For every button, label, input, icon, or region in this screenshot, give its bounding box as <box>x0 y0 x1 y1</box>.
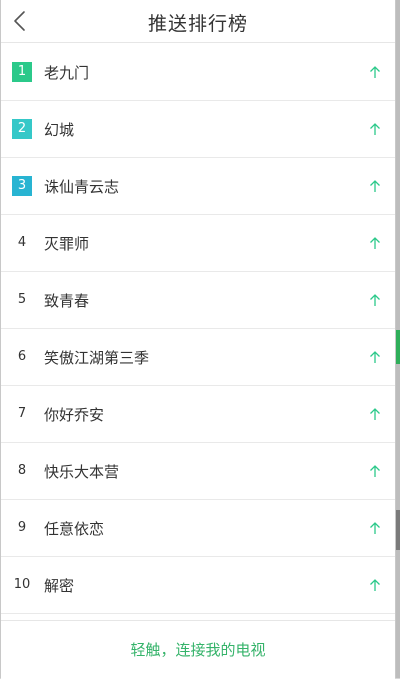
show-title: 老九门 <box>44 64 90 82</box>
list-item[interactable]: 9 任意依恋 <box>1 500 395 557</box>
trend-up-icon <box>370 66 380 78</box>
show-title: 致青春 <box>44 292 90 310</box>
rank-badge: 1 <box>12 62 32 82</box>
show-title: 快乐大本营 <box>44 463 120 481</box>
rank-number: 9 <box>17 520 27 535</box>
show-title: 你好乔安 <box>44 406 105 424</box>
list-item[interactable]: 1 老九门 <box>1 44 395 101</box>
background-strip <box>396 510 400 550</box>
trend-up-icon <box>370 522 380 534</box>
list-item[interactable]: 10 解密 <box>1 557 395 614</box>
trend-up-icon <box>370 351 380 363</box>
rank-number: 8 <box>17 463 27 478</box>
list-item[interactable]: 7 你好乔安 <box>1 386 395 443</box>
rank-badge: 2 <box>12 119 32 139</box>
list-item[interactable]: 8 快乐大本营 <box>1 443 395 500</box>
show-title: 幻城 <box>44 121 75 139</box>
show-title: 灭罪师 <box>44 235 90 253</box>
trend-up-icon <box>370 237 380 249</box>
show-title: 笑傲江湖第三季 <box>44 349 150 367</box>
rank-badge: 3 <box>12 176 32 196</box>
trend-up-icon <box>370 123 380 135</box>
show-title: 解密 <box>44 577 75 595</box>
top-bar: 推送排行榜 <box>1 0 395 43</box>
trend-up-icon <box>370 465 380 477</box>
connect-tv-button[interactable]: 轻触，连接我的电视 <box>1 639 395 660</box>
list-item[interactable]: 2 幻城 <box>1 101 395 158</box>
list-item[interactable]: 3 诛仙青云志 <box>1 158 395 215</box>
trend-up-icon <box>370 408 380 420</box>
rank-number: 6 <box>17 349 27 364</box>
rank-number: 5 <box>17 292 27 307</box>
page-title: 推送排行榜 <box>147 13 248 35</box>
show-title: 任意依恋 <box>44 520 105 538</box>
show-title: 诛仙青云志 <box>44 178 120 196</box>
footer-bar: 轻触，连接我的电视 <box>1 620 395 679</box>
rank-number: 4 <box>17 235 27 250</box>
background-strip <box>396 330 400 364</box>
trend-up-icon <box>370 579 380 591</box>
rank-number: 7 <box>17 406 27 421</box>
list-item[interactable]: 6 笑傲江湖第三季 <box>1 329 395 386</box>
list-item[interactable]: 5 致青春 <box>1 272 395 329</box>
app-screen: 推送排行榜 1 老九门 2 幻城 3 诛仙青云志 4 灭罪师 5 致青春 6 笑… <box>0 0 396 679</box>
ranking-list: 1 老九门 2 幻城 3 诛仙青云志 4 灭罪师 5 致青春 6 笑傲江湖第三季 <box>1 44 395 614</box>
background-edge <box>396 0 400 678</box>
rank-number: 10 <box>13 577 31 592</box>
list-item[interactable]: 4 灭罪师 <box>1 215 395 272</box>
trend-up-icon <box>370 180 380 192</box>
trend-up-icon <box>370 294 380 306</box>
